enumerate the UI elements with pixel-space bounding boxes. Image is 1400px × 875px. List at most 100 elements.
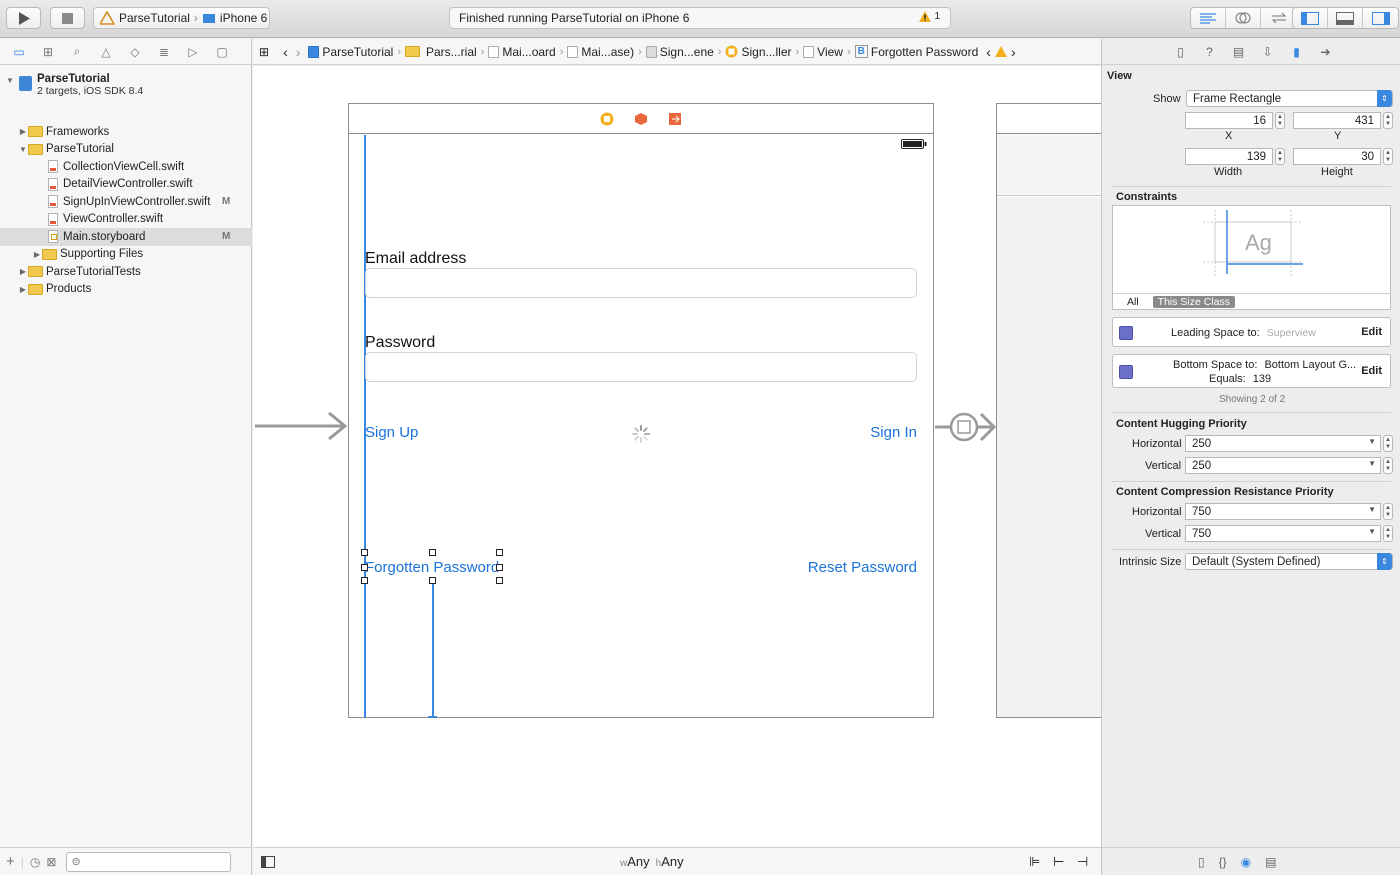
warning-navigator-icon[interactable]: △ [97, 43, 115, 61]
disclosure-open-icon[interactable]: ▼ [18, 145, 28, 154]
hugging-vertical-field[interactable]: 250 ▼ [1185, 457, 1381, 474]
breakpoint-navigator-icon[interactable]: ▷ [184, 43, 202, 61]
quick-help-icon[interactable]: ? [1201, 43, 1218, 60]
version-editor-button[interactable] [1261, 8, 1296, 28]
breadcrumb-view[interactable]: View [799, 45, 847, 59]
assistant-editor-button[interactable] [1226, 8, 1261, 28]
height-field[interactable]: 30 [1293, 148, 1381, 165]
disclosure-closed-icon[interactable]: ▶ [18, 267, 28, 276]
filter-input[interactable]: ⊜ [66, 851, 232, 872]
intrinsic-size-popup[interactable]: Default (System Defined) ⇕ [1185, 553, 1393, 570]
run-button[interactable] [6, 7, 41, 29]
compression-horizontal-stepper[interactable]: ▲ ▼ [1383, 503, 1393, 520]
stop-button[interactable] [50, 7, 85, 29]
sign-up-button[interactable]: Sign Up [365, 424, 418, 441]
breadcrumb-storyboard-base[interactable]: Mai...ase) [563, 45, 638, 59]
x-field[interactable]: 16 [1185, 112, 1273, 129]
signupin-scene[interactable]: Email address Password Sign Up Sign In F… [348, 103, 934, 718]
compression-vertical-field[interactable]: 750 ▼ [1185, 525, 1381, 542]
first-responder-icon[interactable] [634, 112, 648, 126]
bottom-space-constraint[interactable] [432, 584, 434, 717]
document-outline-icon[interactable] [261, 856, 275, 868]
code-snippet-library-icon[interactable]: {} [1219, 855, 1227, 869]
height-stepper[interactable]: ▲ ▼ [1383, 148, 1393, 165]
debug-navigator-icon[interactable]: ≣ [155, 43, 173, 61]
next-issue-button[interactable]: › [1007, 44, 1020, 60]
resize-handle[interactable] [496, 577, 503, 584]
align-icon[interactable]: ⊫ [1029, 854, 1040, 870]
recent-files-icon[interactable]: ◷ [30, 855, 40, 869]
identity-inspector-icon[interactable]: ▤ [1230, 43, 1247, 60]
file-inspector-icon[interactable]: ▯ [1172, 43, 1189, 60]
pin-icon[interactable]: ⊢ [1053, 854, 1064, 870]
hugging-horizontal-stepper[interactable]: ▲ ▼ [1383, 435, 1393, 452]
breadcrumb-project[interactable]: ParseTutorial [304, 45, 397, 59]
symbol-navigator-icon[interactable]: ⊞ [39, 43, 57, 61]
attributes-inspector-icon[interactable]: ⇩ [1259, 43, 1276, 60]
resolve-issues-icon[interactable]: ⊣ [1077, 854, 1088, 870]
source-control-filter-icon[interactable]: ⊠ [46, 855, 56, 869]
size-inspector-icon[interactable]: ▮ [1288, 43, 1305, 60]
resize-handle[interactable] [496, 564, 503, 571]
tree-item-main-storyboard[interactable]: Main.storyboard M [0, 228, 252, 246]
standard-editor-button[interactable] [1191, 8, 1226, 28]
folder-icon[interactable]: ▭ [10, 43, 28, 61]
compression-vertical-stepper[interactable]: ▲ ▼ [1383, 525, 1393, 542]
resize-handle[interactable] [496, 549, 503, 556]
breadcrumb-group[interactable]: Pars...rial [401, 45, 481, 59]
next-scene[interactable] [996, 103, 1106, 718]
disclosure-open-icon[interactable]: ▼ [5, 76, 15, 85]
connections-inspector-icon[interactable]: ➔ [1317, 43, 1334, 60]
exit-icon[interactable] [668, 112, 682, 126]
breadcrumb-button[interactable]: B Forgotten Password [851, 45, 983, 59]
width-field[interactable]: 139 [1185, 148, 1273, 165]
disclosure-closed-icon[interactable]: ▶ [18, 127, 28, 136]
scheme-selector[interactable]: ParseTutorial › iPhone 6 [93, 7, 270, 29]
breadcrumb-storyboard[interactable]: Mai...oard [484, 45, 559, 59]
width-stepper[interactable]: ▲ ▼ [1275, 148, 1285, 165]
test-navigator-icon[interactable]: ◇ [126, 43, 144, 61]
resize-handle[interactable] [429, 549, 436, 556]
y-stepper[interactable]: ▲ ▼ [1383, 112, 1393, 129]
password-field[interactable] [365, 352, 917, 382]
tree-item-supporting-files[interactable]: ▶ Supporting Files [0, 246, 252, 264]
x-stepper[interactable]: ▲ ▼ [1275, 112, 1285, 129]
back-button[interactable]: ‹ [273, 44, 292, 60]
report-navigator-icon[interactable]: ▢ [213, 43, 231, 61]
resize-handle[interactable] [361, 549, 368, 556]
tree-item-viewcontroller[interactable]: ViewController.swift [0, 211, 252, 229]
related-items-icon[interactable]: ⊞ [253, 45, 273, 59]
bottom-space-constraint-row[interactable]: Bottom Space to: Bottom Layout G... Equa… [1112, 354, 1391, 388]
show-popup[interactable]: Frame Rectangle ⇕ [1186, 90, 1393, 107]
project-root[interactable]: ▼ ParseTutorial 2 targets, iOS SDK 8.4 [5, 73, 143, 97]
hugging-vertical-stepper[interactable]: ▲ ▼ [1383, 457, 1393, 474]
breadcrumb-scene[interactable]: Sign...ene [642, 45, 718, 59]
disclosure-closed-icon[interactable]: ▶ [32, 250, 42, 259]
breadcrumb-controller[interactable]: Sign...ller [721, 45, 795, 59]
size-class-control[interactable]: wAny hAny [620, 854, 684, 869]
warning-indicator[interactable]: 1 [919, 11, 940, 22]
toggle-debug-button[interactable] [1328, 8, 1363, 28]
tab-all[interactable]: All [1127, 296, 1139, 308]
prev-issue-button[interactable]: ‹ [982, 44, 995, 60]
compression-horizontal-field[interactable]: 750 ▼ [1185, 503, 1381, 520]
forward-button[interactable]: › [292, 44, 305, 60]
tree-item-frameworks[interactable]: ▶ Frameworks [0, 123, 252, 141]
sign-in-button[interactable]: Sign In [870, 424, 917, 441]
disclosure-closed-icon[interactable]: ▶ [18, 285, 28, 294]
tree-item-products[interactable]: ▶ Products [0, 281, 252, 299]
toggle-utilities-button[interactable] [1363, 8, 1398, 28]
tree-item-detailviewcontroller[interactable]: DetailViewController.swift [0, 176, 252, 194]
leading-space-constraint[interactable]: Leading Space to: Superview Edit [1112, 317, 1391, 347]
tree-item-collectionviewcell[interactable]: CollectionViewCell.swift [0, 158, 252, 176]
view-controller-icon[interactable] [600, 112, 614, 126]
tree-item-signupinviewcontroller[interactable]: SignUpInViewController.swift M [0, 193, 252, 211]
y-field[interactable]: 431 [1293, 112, 1381, 129]
toggle-navigator-button[interactable] [1293, 8, 1328, 28]
resize-handle[interactable] [429, 577, 436, 584]
add-icon[interactable]: + [6, 853, 15, 870]
resize-handle[interactable] [361, 564, 368, 571]
search-icon[interactable]: ⌕ [68, 43, 86, 61]
tab-this-size-class[interactable]: This Size Class [1152, 296, 1236, 308]
media-library-icon[interactable]: ▤ [1265, 855, 1276, 869]
